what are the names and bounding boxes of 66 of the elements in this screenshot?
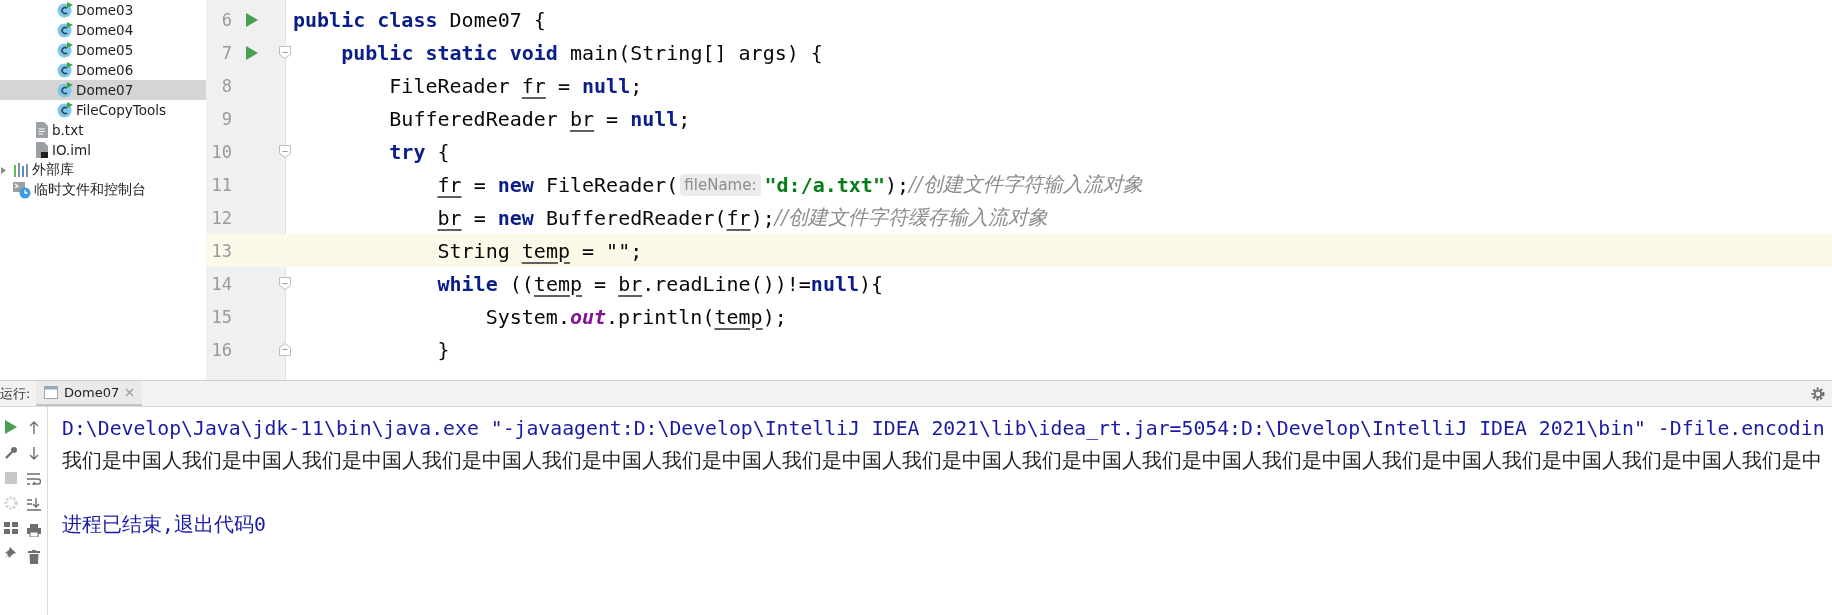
class-icon <box>57 2 73 18</box>
tree-item[interactable]: Dome04 <box>0 20 206 40</box>
code-line: while ((temp = br.readLine())!=null){ <box>436 271 884 296</box>
code-line: public static void main(String[] args) { <box>340 40 823 65</box>
code-line: public class Dome07 { <box>292 7 546 32</box>
expand-arrow-icon[interactable] <box>1 167 6 174</box>
run-tab[interactable]: Dome07 <box>36 381 143 406</box>
layout-icon[interactable] <box>3 522 18 534</box>
fold-marker-icon[interactable] <box>279 145 291 158</box>
console-line: D:\Develop\Java\jdk-11\bin\java.exe "-javaagent:D:\Develop\IntelliJ IDEA 2021\lib\idea_rt.jar=5054:D:\Develop\IntelliJ IDEA 2021\bin" -Dfile.encodin <box>62 416 1825 440</box>
tree-item[interactable]: 外部库 <box>0 160 206 180</box>
tree-item[interactable]: Dome07 <box>0 80 206 100</box>
settings-icon[interactable] <box>1811 386 1825 401</box>
module-file-icon <box>35 142 49 158</box>
code-line: BufferedReader br = null; <box>388 106 691 131</box>
scratch-console-icon <box>13 181 31 199</box>
run-icon[interactable] <box>4 420 17 434</box>
line-number: 15 <box>210 306 232 327</box>
line-number: 12 <box>210 207 232 228</box>
line-number: 9 <box>220 108 232 129</box>
line-number: 16 <box>210 339 232 360</box>
soft-wrap-icon[interactable] <box>27 473 41 485</box>
run-label: 运行: <box>0 384 32 403</box>
code-line: try { <box>388 139 450 164</box>
console-line: 我们是中国人我们是中国人我们是中国人我们是中国人我们是中国人我们是中国人我们是中国人我们是中国人我们是中国人我们是中国人我们是中国人我们是中国人我们是中国人我们是中国人我们是中 <box>62 447 1822 474</box>
line-number: 8 <box>220 75 232 96</box>
tree-item[interactable]: Dome06 <box>0 60 206 80</box>
code-line: } <box>436 337 450 362</box>
run-icon[interactable] <box>246 45 258 60</box>
code-line: br = new BufferedReader(fr);//创建文件字符缓存输入流对象 <box>436 204 1049 231</box>
class-icon <box>57 62 73 78</box>
line-number: 14 <box>210 273 232 294</box>
class-icon <box>57 82 73 98</box>
trash-icon[interactable] <box>28 550 40 564</box>
down-arrow-icon[interactable] <box>29 447 39 460</box>
up-arrow-icon[interactable] <box>29 421 39 434</box>
console-icon <box>44 386 58 399</box>
fold-marker-icon[interactable] <box>279 343 291 356</box>
line-number: 6 <box>220 9 232 30</box>
line-number: 7 <box>220 42 232 63</box>
tree-item[interactable]: Dome05 <box>0 40 206 60</box>
tree-item[interactable]: IO.iml <box>0 140 206 160</box>
run-icon[interactable] <box>246 12 258 27</box>
pin-icon[interactable] <box>4 546 17 559</box>
line-number: 10 <box>210 141 232 162</box>
text-file-icon <box>35 122 49 138</box>
code-line: FileReader fr = null; <box>388 73 643 98</box>
code-line: String temp = ""; <box>436 238 643 263</box>
close-icon[interactable] <box>125 388 135 397</box>
fold-marker-icon[interactable] <box>279 277 291 290</box>
code-line: System.out.println(temp); <box>484 304 787 329</box>
class-icon <box>57 102 73 118</box>
class-icon <box>57 22 73 38</box>
line-number: 11 <box>210 174 232 195</box>
print-icon[interactable] <box>27 524 41 537</box>
library-icon <box>13 162 29 178</box>
console-line: 进程已结束,退出代码0 <box>62 511 266 538</box>
tree-item[interactable]: b.txt <box>0 120 206 140</box>
tree-item[interactable]: FileCopyTools <box>0 100 206 120</box>
scroll-to-end-icon[interactable] <box>27 498 41 511</box>
code-line: fr = new FileReader( fileName: "d:/a.txt");//创建文件字符输入流对象 <box>436 171 1143 198</box>
line-number: 13 <box>210 240 232 261</box>
fold-marker-icon[interactable] <box>279 46 291 59</box>
tree-item[interactable]: Dome03 <box>0 0 206 20</box>
class-icon <box>57 42 73 58</box>
tree-item[interactable]: 临时文件和控制台 <box>0 180 206 200</box>
